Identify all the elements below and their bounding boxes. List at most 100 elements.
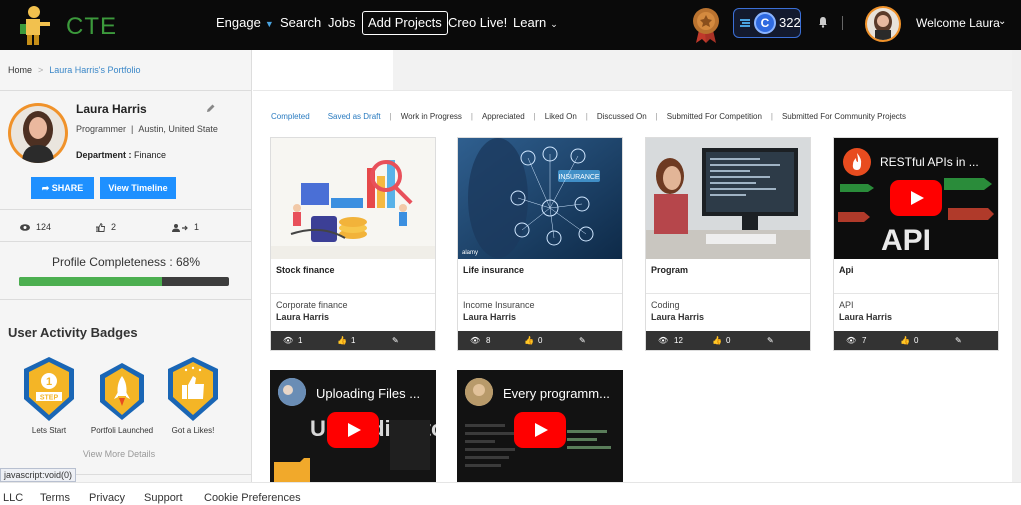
nav-jobs[interactable]: Jobs	[328, 10, 355, 36]
breadcrumb-separator: >	[38, 65, 44, 75]
project-thumbnail[interactable]	[646, 138, 810, 259]
channel-avatar[interactable]	[465, 378, 493, 406]
view-more-details-link[interactable]: View More Details	[0, 449, 238, 459]
thumbs-up-icon[interactable]: 👍	[712, 336, 722, 345]
nav-engage[interactable]: Engage ▼	[216, 10, 274, 36]
footer-support-link[interactable]: Support	[144, 492, 183, 504]
channel-avatar[interactable]	[843, 148, 871, 176]
comment-edit-icon[interactable]: ✎	[955, 336, 962, 345]
channel-avatar[interactable]	[278, 378, 306, 406]
footer-cookie-preferences-link[interactable]: Cookie Preferences	[204, 492, 301, 504]
youtube-play-icon[interactable]	[327, 412, 379, 448]
project-card[interactable]: Stock finance Corporate finance Laura Ha…	[270, 137, 436, 351]
portfolio-header-bar	[393, 50, 1021, 90]
thumbs-up-icon[interactable]: 👍	[900, 336, 910, 345]
project-card[interactable]: API RESTful APIs in ... Api API Laura Ha…	[833, 137, 999, 351]
tab-work-in-progress[interactable]: Work in Progress	[401, 112, 462, 121]
comment-edit-icon[interactable]: ✎	[767, 336, 774, 345]
video-card[interactable]: Uploading to GitHub Uploading Files ...	[270, 370, 436, 482]
project-thumbnail[interactable]	[271, 138, 435, 259]
youtube-play-icon[interactable]	[514, 412, 566, 448]
tab-discussed-on[interactable]: Discussed On	[597, 112, 647, 121]
breadcrumb-home[interactable]: Home	[8, 65, 32, 75]
share-icon: ➦	[41, 183, 50, 193]
user-avatar[interactable]	[865, 6, 901, 42]
badge-got-likes[interactable]	[166, 355, 220, 428]
nav-search[interactable]: Search	[280, 10, 321, 36]
project-stats-bar: 👁 1 👍 1 ✎	[271, 331, 435, 350]
badge-lets-start[interactable]: 1 STEP	[22, 355, 76, 428]
profile-completeness-label: Profile Completeness : 68%	[51, 255, 201, 269]
project-author[interactable]: Laura Harris	[463, 312, 516, 322]
tab-submitted-competition[interactable]: Submitted For Competition	[667, 112, 762, 121]
project-author[interactable]: Laura Harris	[839, 312, 892, 322]
bell-icon[interactable]	[818, 16, 828, 28]
thumbs-up-icon[interactable]: 👍	[337, 336, 347, 345]
likes-count: 0	[726, 336, 731, 345]
comment-edit-icon[interactable]: ✎	[392, 336, 399, 345]
project-thumbnail[interactable]: API RESTful APIs in ...	[834, 138, 998, 259]
nav-creo-live[interactable]: Creo Live!	[448, 10, 507, 36]
divider	[253, 90, 1021, 91]
project-title[interactable]: Life insurance	[463, 265, 524, 275]
share-button[interactable]: ➦ SHARE	[31, 177, 94, 199]
footer-terms-link[interactable]: Terms	[40, 492, 70, 504]
eye-icon: 👁	[846, 336, 857, 345]
breadcrumb-current[interactable]: Laura Harris's Portfolio	[49, 65, 140, 75]
project-card[interactable]: Program Coding Laura Harris 👁 12 👍 0 ✎	[645, 137, 811, 351]
profile-role-location: Programmer | Austin, United State	[76, 124, 218, 134]
video-title[interactable]: RESTful APIs in ...	[880, 155, 979, 169]
project-title[interactable]: Api	[839, 265, 854, 275]
logo-text: CTE	[66, 13, 117, 40]
badge-portfolio-launched[interactable]	[98, 362, 146, 427]
project-thumbnail[interactable]: INSURANCE alamy	[458, 138, 622, 259]
header-blank-area	[253, 58, 393, 90]
profile-name: Laura Harris	[76, 102, 147, 116]
chevron-down-icon: ⌄	[550, 19, 558, 29]
likes-count: 0	[538, 336, 543, 345]
svg-text:INSURANCE: INSURANCE	[558, 174, 600, 181]
video-title[interactable]: Every programm...	[503, 386, 610, 401]
thumbs-up-icon[interactable]: 👍	[524, 336, 534, 345]
pencil-icon[interactable]	[206, 103, 216, 113]
tab-submitted-community[interactable]: Submitted For Community Projects	[782, 112, 906, 121]
project-category: Coding	[651, 300, 680, 310]
project-card[interactable]: INSURANCE alamy Life insurance Income In…	[457, 137, 623, 351]
tab-completed[interactable]: Completed	[271, 112, 310, 121]
likes-stat: 2	[96, 222, 116, 233]
divider	[0, 299, 252, 300]
youtube-play-icon[interactable]	[890, 180, 942, 216]
tab-saved-as-draft[interactable]: Saved as Draft	[328, 112, 381, 121]
badge-label: Lets Start	[31, 426, 67, 435]
likes-count: 1	[351, 336, 356, 345]
comment-edit-icon[interactable]: ✎	[579, 336, 586, 345]
speed-lines-icon	[740, 19, 750, 27]
cte-logo[interactable]: CTE	[18, 4, 116, 46]
profile-completeness-fill	[19, 277, 162, 286]
footer-privacy-link[interactable]: Privacy	[89, 492, 125, 504]
scrollbar[interactable]	[1012, 50, 1021, 482]
chevron-down-icon: ▼	[264, 19, 274, 29]
nav-add-projects[interactable]: Add Projects	[362, 11, 448, 35]
welcome-text[interactable]: Welcome Laura	[916, 16, 1000, 30]
coin-balance[interactable]: C 322	[733, 8, 801, 38]
project-author[interactable]: Laura Harris	[276, 312, 329, 322]
video-title[interactable]: Uploading Files ...	[316, 386, 420, 401]
medal-icon[interactable]	[690, 6, 722, 44]
view-timeline-button[interactable]: View Timeline	[100, 177, 176, 199]
project-title[interactable]: Stock finance	[276, 265, 335, 275]
divider	[0, 209, 252, 210]
project-author[interactable]: Laura Harris	[651, 312, 704, 322]
nav-learn[interactable]: Learn ⌄	[513, 10, 558, 36]
eye-icon: 👁	[283, 336, 294, 345]
project-title[interactable]: Program	[651, 265, 688, 275]
tab-liked-on[interactable]: Liked On	[545, 112, 577, 121]
views-count: 7	[862, 336, 867, 345]
tab-appreciated[interactable]: Appreciated	[482, 112, 525, 121]
views-count: 12	[674, 336, 683, 345]
follows-stat: 1	[172, 222, 199, 232]
project-category: Income Insurance	[463, 300, 535, 310]
chevron-down-icon[interactable]: ⌄	[998, 16, 1006, 27]
video-card[interactable]: Every programm...	[457, 370, 623, 482]
badge-label: Got a Likes!	[171, 426, 215, 435]
